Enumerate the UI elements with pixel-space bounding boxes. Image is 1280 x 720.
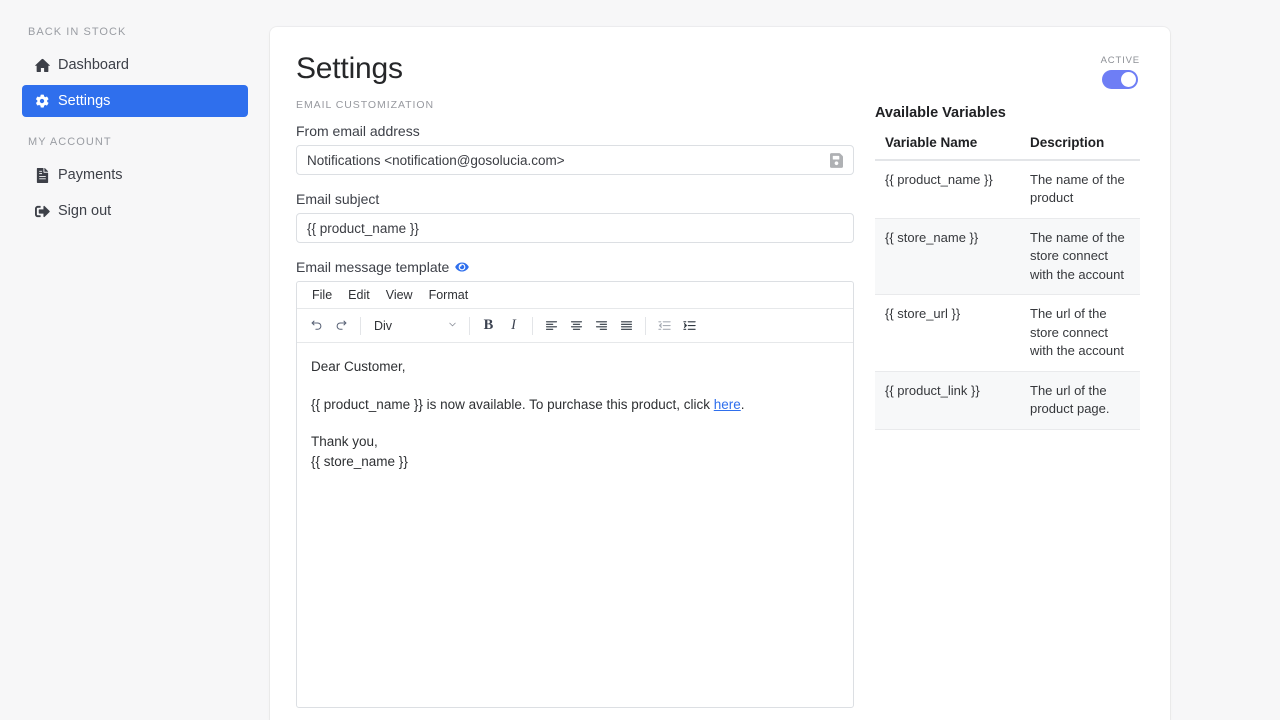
- gear-icon: [34, 93, 50, 109]
- toolbar-divider: [532, 317, 533, 335]
- align-right-icon[interactable]: [589, 313, 614, 338]
- sidebar: BACK IN STOCK Dashboard Settings MY ACCO…: [0, 0, 270, 720]
- sidebar-item-label: Sign out: [58, 203, 111, 219]
- table-header-row: Variable Name Description: [875, 135, 1140, 160]
- column-header-description: Description: [1020, 135, 1140, 160]
- app-root: BACK IN STOCK Dashboard Settings MY ACCO…: [0, 0, 1280, 720]
- eye-icon[interactable]: [455, 261, 469, 273]
- email-subject-input[interactable]: {{ product_name }}: [296, 213, 854, 243]
- toolbar-divider: [469, 317, 470, 335]
- editor-closing: Thank you,: [311, 432, 839, 452]
- table-row: {{ store_name }} The name of the store c…: [875, 218, 1140, 294]
- editor-menu-edit[interactable]: Edit: [341, 285, 377, 305]
- email-subject-label: Email subject: [296, 191, 854, 207]
- sidebar-item-label: Payments: [58, 167, 122, 183]
- column-header-variable-name: Variable Name: [875, 135, 1020, 160]
- page-title: Settings: [296, 52, 1140, 86]
- block-format-select[interactable]: Div: [367, 313, 463, 338]
- main-content-card: Settings ACTIVE EMAIL CUSTOMIZATION From…: [270, 27, 1170, 720]
- from-email-input[interactable]: Notifications <notification@gosolucia.co…: [296, 145, 854, 175]
- outdent-icon[interactable]: [652, 313, 677, 338]
- home-icon: [34, 57, 50, 73]
- editor-body-text-before-link: {{ product_name }} is now available. To …: [311, 397, 714, 412]
- from-email-label: From email address: [296, 123, 854, 139]
- editor-content-area[interactable]: Dear Customer, {{ product_name }} is now…: [297, 343, 853, 707]
- variable-name-cell: {{ store_url }}: [875, 295, 1020, 371]
- editor-signature: {{ store_name }}: [311, 452, 839, 472]
- card-body: EMAIL CUSTOMIZATION From email address N…: [270, 99, 1170, 708]
- italic-button[interactable]: I: [501, 313, 526, 338]
- table-row: {{ product_link }} The url of the produc…: [875, 371, 1140, 429]
- editor-menu-format[interactable]: Format: [422, 285, 476, 305]
- toolbar-divider: [645, 317, 646, 335]
- variable-description-cell: The name of the store connect with the a…: [1020, 218, 1140, 294]
- editor-greeting: Dear Customer,: [311, 357, 839, 377]
- variable-name-cell: {{ product_link }}: [875, 371, 1020, 429]
- email-customization-column: EMAIL CUSTOMIZATION From email address N…: [296, 99, 854, 708]
- toggle-knob: [1121, 72, 1136, 87]
- variable-description-cell: The url of the product page.: [1020, 371, 1140, 429]
- variable-description-cell: The url of the store connect with the ac…: [1020, 295, 1140, 371]
- table-row: {{ store_url }} The url of the store con…: [875, 295, 1140, 371]
- toolbar-divider: [360, 317, 361, 335]
- card-header: Settings ACTIVE: [270, 27, 1170, 99]
- editor-menu-file[interactable]: File: [305, 285, 339, 305]
- editor-product-link[interactable]: here: [714, 397, 741, 412]
- table-row: {{ product_name }} The name of the produ…: [875, 160, 1140, 218]
- active-toggle-group: ACTIVE: [1101, 55, 1140, 89]
- sidebar-section-title-my-account: MY ACCOUNT: [22, 136, 248, 148]
- editor-menu-view[interactable]: View: [379, 285, 420, 305]
- from-email-value: Notifications <notification@gosolucia.co…: [307, 153, 830, 168]
- email-template-label-row: Email message template: [296, 259, 854, 275]
- sidebar-item-label: Settings: [58, 93, 110, 109]
- available-variables-table: Variable Name Description {{ product_nam…: [875, 135, 1140, 430]
- sidebar-item-label: Dashboard: [58, 57, 129, 73]
- bold-button[interactable]: B: [476, 313, 501, 338]
- sidebar-item-payments[interactable]: Payments: [22, 159, 248, 191]
- editor-body-paragraph: {{ product_name }} is now available. To …: [311, 395, 839, 415]
- block-format-value: Div: [374, 319, 392, 333]
- sign-out-icon: [34, 203, 50, 219]
- editor-body-text-after-link: .: [741, 397, 745, 412]
- email-template-label: Email message template: [296, 259, 449, 275]
- sidebar-section-title-back-in-stock: BACK IN STOCK: [22, 26, 248, 38]
- sidebar-item-sign-out[interactable]: Sign out: [22, 195, 248, 227]
- variable-name-cell: {{ store_name }}: [875, 218, 1020, 294]
- email-subject-value: {{ product_name }}: [307, 221, 843, 236]
- variable-description-cell: The name of the product: [1020, 160, 1140, 218]
- active-toggle-label: ACTIVE: [1101, 55, 1140, 66]
- align-center-icon[interactable]: [564, 313, 589, 338]
- variable-name-cell: {{ product_name }}: [875, 160, 1020, 218]
- available-variables-panel: Available Variables Variable Name Descri…: [875, 99, 1140, 708]
- editor-menubar: File Edit View Format: [297, 282, 853, 309]
- redo-icon[interactable]: [329, 313, 354, 338]
- sidebar-item-dashboard[interactable]: Dashboard: [22, 49, 248, 81]
- invoice-icon: [34, 167, 50, 183]
- email-template-editor[interactable]: File Edit View Format: [296, 281, 854, 708]
- undo-icon[interactable]: [304, 313, 329, 338]
- align-justify-icon[interactable]: [614, 313, 639, 338]
- indent-icon[interactable]: [677, 313, 702, 338]
- active-toggle[interactable]: [1102, 70, 1138, 89]
- available-variables-title: Available Variables: [875, 105, 1140, 121]
- save-disk-icon[interactable]: [830, 153, 843, 168]
- chevron-down-icon: [447, 319, 458, 333]
- section-kicker-email-customization: EMAIL CUSTOMIZATION: [296, 99, 854, 111]
- align-left-icon[interactable]: [539, 313, 564, 338]
- editor-toolbar: Div B I: [297, 309, 853, 343]
- sidebar-item-settings[interactable]: Settings: [22, 85, 248, 117]
